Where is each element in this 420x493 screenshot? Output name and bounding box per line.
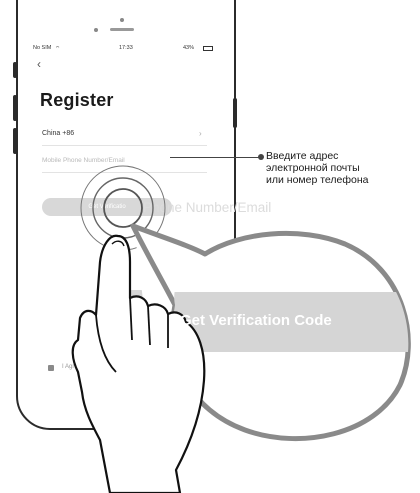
tap-ring-inner xyxy=(103,188,143,228)
illustration-overlay xyxy=(71,165,415,493)
bubble-mask-top xyxy=(130,190,415,230)
zoom-button-label-overlay: Get Verification Code xyxy=(180,312,332,329)
